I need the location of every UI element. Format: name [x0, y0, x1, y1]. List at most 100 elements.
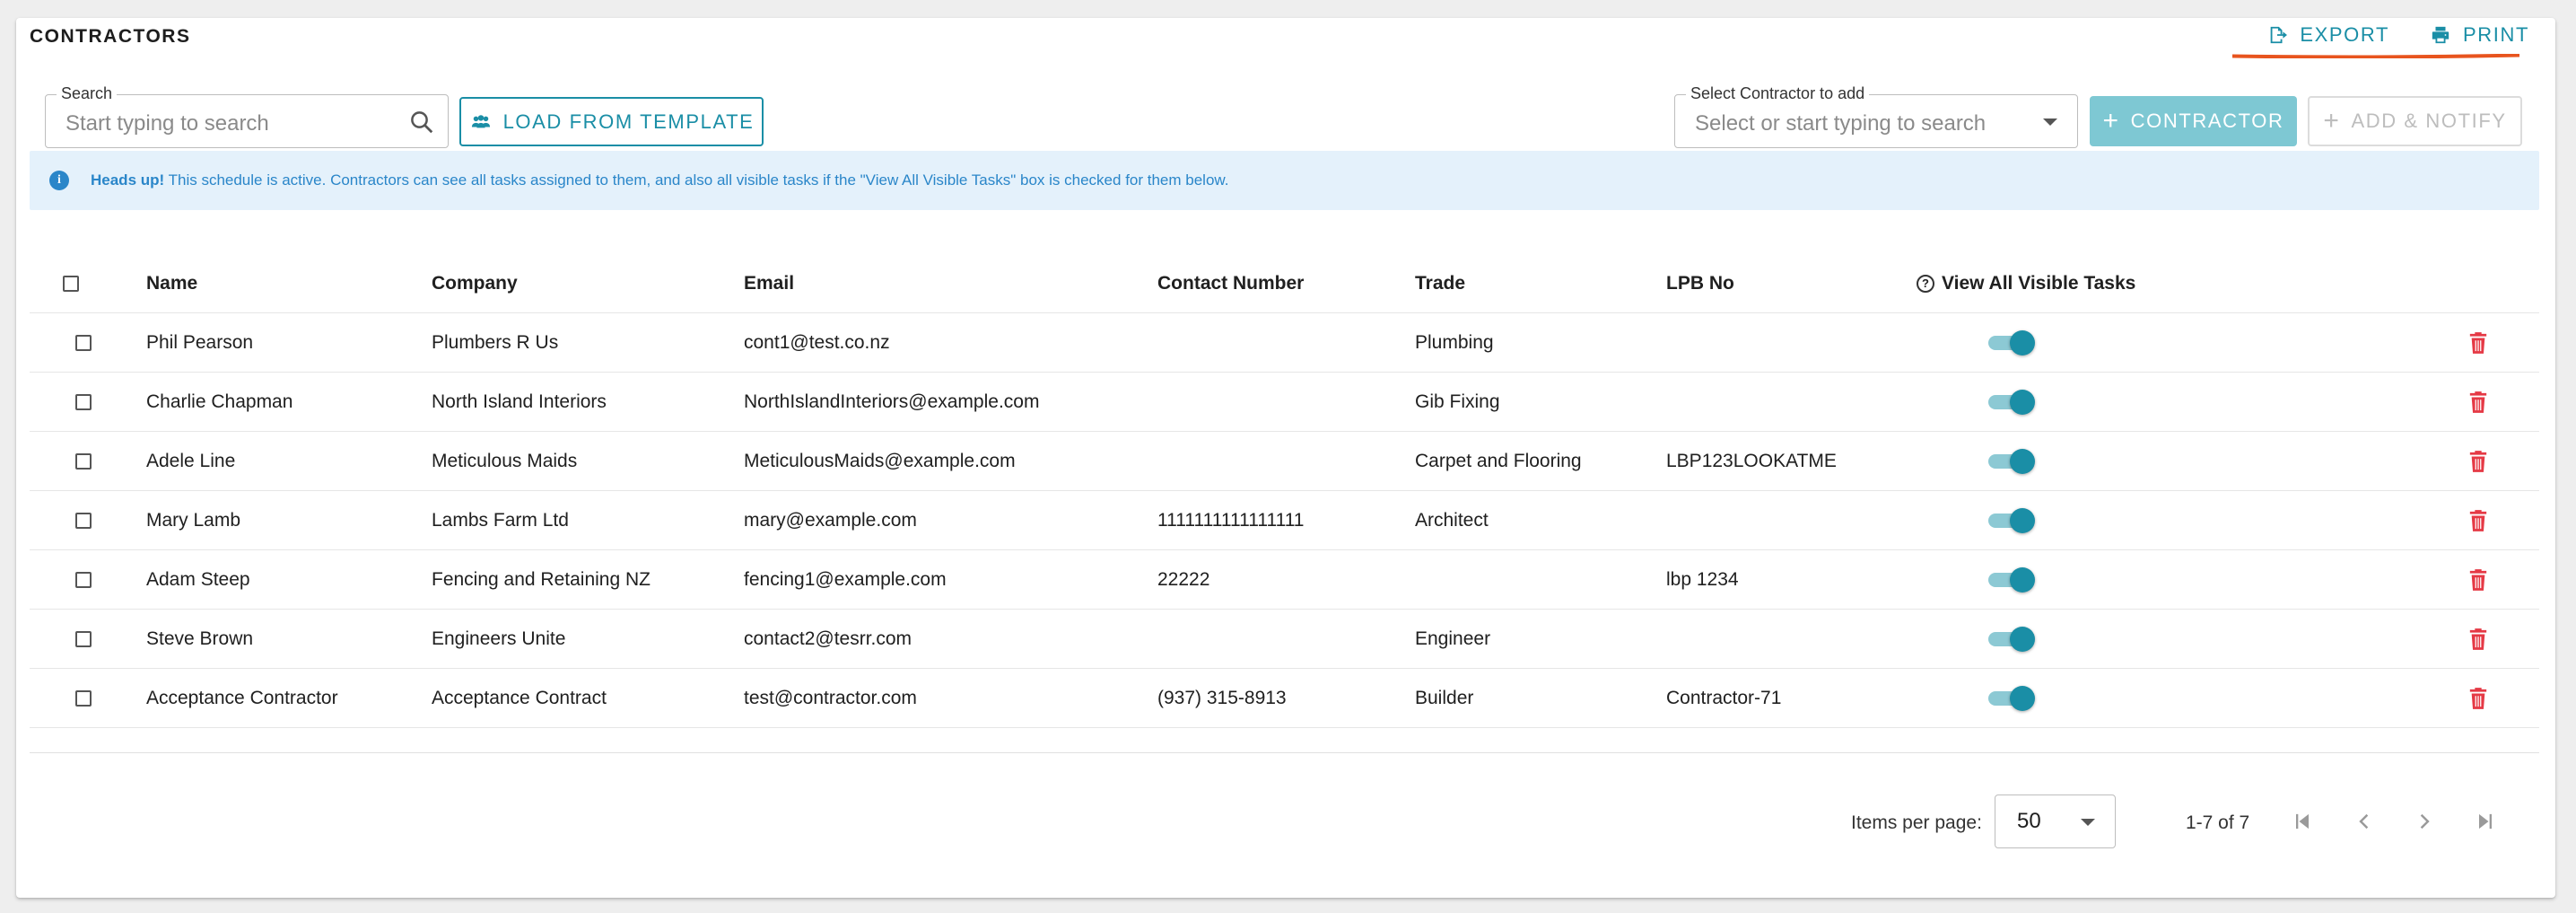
help-icon[interactable]: ? — [1917, 274, 1934, 293]
cell-trade: Gib Fixing — [1415, 391, 1500, 412]
cell-email: test@contractor.com — [744, 687, 917, 708]
items-per-page-value: 50 — [2017, 809, 2041, 833]
row-checkbox[interactable] — [75, 512, 92, 529]
cell-name: Charlie Chapman — [146, 391, 293, 412]
annotation-underline — [2232, 54, 2519, 58]
prev-page-button[interactable] — [2351, 809, 2376, 834]
table-row[interactable]: Steve Brown Engineers Unite contact2@tesrr… — [30, 610, 2539, 669]
cell-email: fencing1@example.com — [744, 568, 947, 590]
cell-name: Steve Brown — [146, 628, 254, 649]
header-visible: ? View All Visible Tasks — [1917, 254, 2135, 312]
header-contact[interactable]: Contact Number — [1157, 254, 1304, 312]
cell-company: Acceptance Contract — [432, 687, 607, 708]
trash-icon[interactable] — [2468, 450, 2488, 473]
cell-email: NorthIslandInteriors@example.com — [744, 391, 1040, 412]
table-body: Phil Pearson Plumbers R Us cont1@test.co.n… — [30, 313, 2539, 753]
search-input[interactable] — [65, 111, 389, 136]
cell-lpb: LBP123LOOKATME — [1666, 450, 1837, 471]
cell-email: MeticulousMaids@example.com — [744, 450, 1016, 471]
view-visible-toggle[interactable] — [1988, 389, 2035, 415]
row-checkbox[interactable] — [75, 452, 92, 470]
view-visible-toggle[interactable] — [1988, 566, 2035, 593]
next-page-button[interactable] — [2413, 809, 2438, 834]
header-lpb[interactable]: LPB No — [1666, 254, 1734, 312]
cell-lpb: Contractor-71 — [1666, 687, 1782, 708]
header-name[interactable]: Name — [146, 254, 197, 312]
row-checkbox[interactable] — [75, 689, 92, 707]
trash-icon[interactable] — [2468, 391, 2488, 414]
trash-icon[interactable] — [2468, 628, 2488, 651]
last-page-icon — [2479, 813, 2492, 830]
cell-trade: Plumbing — [1415, 331, 1494, 353]
header-trade[interactable]: Trade — [1415, 254, 1465, 312]
add-contractor-button[interactable]: + CONTRACTOR — [2090, 96, 2297, 146]
header-email[interactable]: Email — [744, 254, 794, 312]
export-button[interactable]: EXPORT — [2267, 23, 2389, 47]
header-company[interactable]: Company — [432, 254, 518, 312]
page-range: 1-7 of 7 — [2186, 812, 2250, 833]
table-row[interactable]: Acceptance Contractor Acceptance Contract… — [30, 669, 2539, 728]
load-template-button[interactable]: LOAD FROM TEMPLATE — [459, 97, 764, 146]
table-footer-spacer — [30, 728, 2539, 753]
search-icon[interactable] — [408, 109, 435, 136]
contractors-table: Name Company Email Contact Number Trade … — [30, 254, 2539, 753]
items-per-page-select[interactable]: 50 — [1995, 794, 2116, 848]
trash-icon[interactable] — [2468, 568, 2488, 592]
header-visible-label: View All Visible Tasks — [1942, 272, 2136, 294]
page-title: CONTRACTORS — [30, 26, 191, 47]
row-checkbox[interactable] — [75, 571, 92, 588]
trash-icon[interactable] — [2468, 687, 2488, 710]
chevron-down-icon[interactable] — [2043, 119, 2057, 126]
table-row[interactable]: Adele Line Meticulous Maids MeticulousMaid… — [30, 432, 2539, 491]
cell-name: Phil Pearson — [146, 331, 254, 353]
row-checkbox[interactable] — [75, 334, 92, 351]
search-field: Search — [45, 84, 449, 148]
table-row[interactable]: Adam Steep Fencing and Retaining NZ fencin… — [30, 550, 2539, 610]
export-icon — [2270, 26, 2288, 44]
info-bold: Heads up! — [91, 171, 165, 189]
add-contractor-label: CONTRACTOR — [2130, 110, 2284, 132]
last-page-button[interactable] — [2473, 809, 2498, 834]
select-contractor-input[interactable] — [1695, 111, 2036, 136]
pagination: Items per page: 50 1-7 of 7 — [0, 794, 2576, 848]
cell-contact: (937) 315-8913 — [1157, 687, 1287, 708]
cell-name: Mary Lamb — [146, 509, 241, 531]
top-actions: EXPORT PRINT — [2267, 23, 2529, 47]
items-per-page-label: Items per page: — [1851, 812, 1982, 833]
cell-name: Adam Steep — [146, 568, 250, 590]
trash-icon[interactable] — [2468, 331, 2488, 355]
trash-icon[interactable] — [2468, 509, 2488, 532]
cell-trade: Architect — [1415, 509, 1489, 531]
print-icon — [2432, 26, 2449, 44]
view-visible-toggle[interactable] — [1988, 448, 2035, 474]
info-banner: i Heads up! This schedule is active. Con… — [30, 151, 2539, 210]
export-label: EXPORT — [2300, 23, 2389, 46]
chevron-down-icon — [2081, 819, 2095, 826]
row-checkbox[interactable] — [75, 393, 92, 410]
view-visible-toggle[interactable] — [1988, 685, 2035, 711]
table-row[interactable]: Mary Lamb Lambs Farm Ltd mary@example.com 1… — [30, 491, 2539, 550]
row-checkbox[interactable] — [75, 630, 92, 647]
info-icon: i — [49, 171, 69, 190]
add-notify-label: ADD & NOTIFY — [2351, 110, 2507, 132]
cell-company: Lambs Farm Ltd — [432, 509, 569, 531]
select-contractor-field[interactable]: Select Contractor to add — [1674, 84, 2078, 148]
select-all-checkbox[interactable] — [63, 275, 79, 292]
cell-email: mary@example.com — [744, 509, 917, 531]
add-notify-button[interactable]: + ADD & NOTIFY — [2308, 96, 2522, 146]
cell-company: Fencing and Retaining NZ — [432, 568, 651, 590]
info-text: Heads up! This schedule is active. Contr… — [91, 171, 1228, 189]
first-page-button[interactable] — [2290, 809, 2315, 834]
print-button[interactable]: PRINT — [2431, 23, 2529, 47]
print-label: PRINT — [2463, 23, 2529, 46]
table-row[interactable]: Phil Pearson Plumbers R Us cont1@test.co.n… — [30, 313, 2539, 373]
cell-trade: Carpet and Flooring — [1415, 450, 1582, 471]
cell-trade: Engineer — [1415, 628, 1491, 649]
view-visible-toggle[interactable] — [1988, 507, 2035, 533]
table-row[interactable]: Charlie Chapman North Island Interiors Nor… — [30, 373, 2539, 432]
cell-name: Adele Line — [146, 450, 236, 471]
load-template-label: LOAD FROM TEMPLATE — [502, 110, 755, 133]
search-label: Search — [57, 84, 118, 103]
view-visible-toggle[interactable] — [1988, 626, 2035, 652]
view-visible-toggle[interactable] — [1988, 329, 2035, 356]
